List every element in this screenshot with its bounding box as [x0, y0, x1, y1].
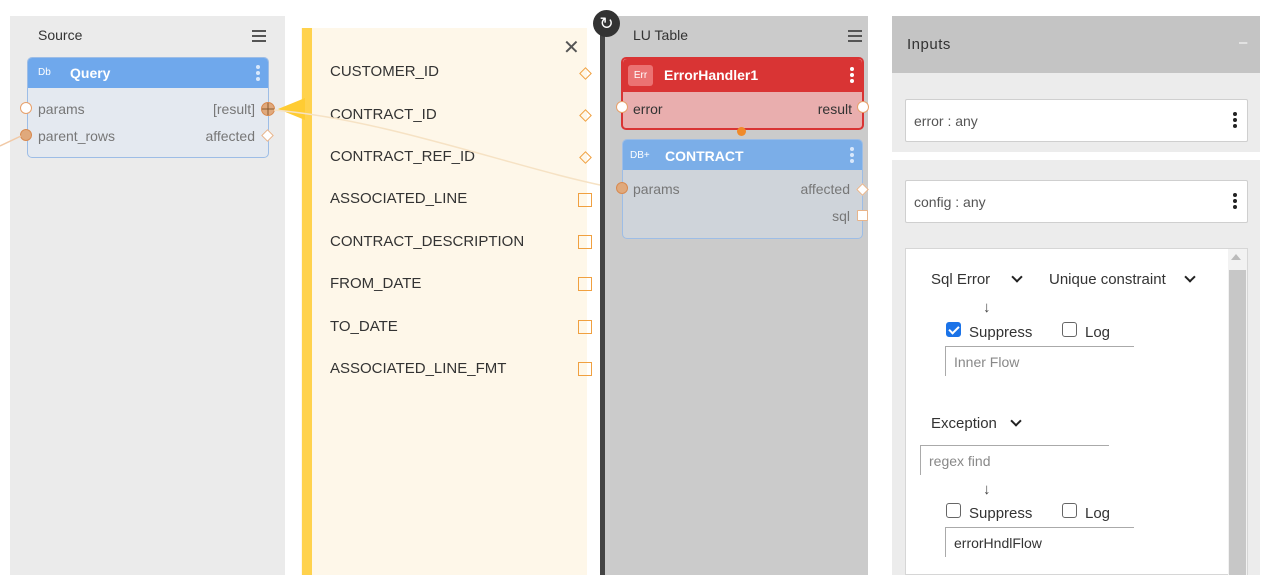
db-plus-badge: DB+ [630, 150, 650, 161]
flow-arrow-icon: ↓ [983, 299, 991, 316]
field-associated-line-fmt[interactable]: ASSOCIATED_LINE_FMT [330, 360, 506, 377]
refresh-icon[interactable]: ↻ [593, 10, 620, 37]
regex-find-input[interactable]: regex find [920, 445, 1109, 475]
suppress-checkbox[interactable] [946, 503, 961, 518]
config-field-kebab-icon[interactable] [1233, 193, 1237, 209]
suppress-checkbox[interactable] [946, 322, 961, 337]
field-to-date[interactable]: TO_DATE [330, 318, 398, 335]
log-checkbox[interactable] [1062, 503, 1077, 518]
result-output-port[interactable] [857, 101, 869, 113]
port-label-parent-rows: parent_rows [38, 128, 116, 144]
error-handler-node-title: ErrorHandler1 [664, 67, 759, 83]
error-handler-node[interactable]: Err ErrorHandler1 error result [621, 57, 864, 130]
params-input-port[interactable] [20, 102, 32, 114]
contract-node[interactable]: DB+ CONTRACT params affected sql [622, 139, 863, 239]
error-subtype-select[interactable]: Unique constraint [1049, 271, 1166, 288]
field-associated-line-fmt-square-port[interactable] [578, 362, 592, 376]
log-checkbox[interactable] [1062, 322, 1077, 337]
contract-node-header[interactable]: DB+ CONTRACT [623, 140, 862, 170]
query-node-kebab-icon[interactable] [256, 65, 260, 81]
panel-divider[interactable] [600, 16, 605, 575]
log-label: Log [1085, 505, 1111, 522]
err-badge: Err [628, 65, 653, 86]
error-type-select[interactable]: Sql Error [931, 271, 990, 288]
source-title: Source [38, 27, 83, 43]
field-to-date-square-port[interactable] [578, 320, 592, 334]
port-label-sql: sql [832, 208, 850, 224]
suppress-label: Suppress [969, 505, 1033, 522]
field-from-date[interactable]: FROM_DATE [330, 275, 421, 292]
db-badge: Db [38, 67, 51, 78]
port-label-result: result [817, 101, 852, 117]
suppress-label: Suppress [969, 324, 1033, 341]
port-label-affected: affected [205, 128, 255, 144]
port-label-error: error [633, 101, 663, 117]
source-menu-icon[interactable] [252, 30, 266, 42]
error-handler-node-header[interactable]: Err ErrorHandler1 [623, 59, 862, 92]
mapping-connector-line [273, 109, 616, 189]
inputs-separator [892, 152, 1260, 160]
lu-table-title: LU Table [633, 27, 689, 43]
port-label-result: [result] [212, 101, 255, 117]
error-flow-input[interactable]: errorHndlFlow [945, 527, 1134, 557]
port-label-affected: affected [800, 181, 850, 197]
config-field-label: config : any [914, 194, 986, 210]
config-input-field[interactable]: config : any [905, 180, 1248, 223]
flow-arrow-icon: ↓ [983, 481, 991, 498]
log-label: Log [1085, 324, 1111, 341]
error-field-kebab-icon[interactable] [1233, 112, 1237, 128]
sql-output-port[interactable] [857, 210, 868, 221]
port-label-params: params [633, 181, 680, 197]
contract-node-kebab-icon[interactable] [850, 147, 854, 163]
error-input-port[interactable] [616, 101, 628, 113]
field-contract-description[interactable]: CONTRACT_DESCRIPTION [330, 233, 524, 250]
close-icon[interactable]: ✕ [563, 35, 580, 60]
inner-flow-input[interactable]: Inner Flow [945, 346, 1134, 376]
lu-table-menu-icon[interactable] [848, 30, 862, 42]
error-handler-config-box [905, 248, 1248, 575]
contract-node-title: CONTRACT [665, 148, 744, 164]
config-scrollbar-thumb[interactable] [1229, 270, 1246, 575]
query-node[interactable]: Db Query params parent_rows [result] aff… [27, 57, 269, 158]
error-field-label: error : any [914, 113, 978, 129]
exception-type-select[interactable]: Exception [931, 415, 997, 432]
params-input-port[interactable] [616, 182, 628, 194]
error-input-field[interactable]: error : any [905, 99, 1248, 142]
field-from-date-square-port[interactable] [578, 277, 592, 291]
inputs-title: Inputs [907, 36, 951, 53]
incoming-connector-line [0, 135, 22, 147]
error-handler-kebab-icon[interactable] [850, 67, 854, 83]
port-label-params: params [38, 101, 85, 117]
field-associated-line-square-port[interactable] [578, 193, 592, 207]
error-handler-bottom-port[interactable] [737, 127, 746, 136]
field-contract-description-square-port[interactable] [578, 235, 592, 249]
field-customer-id[interactable]: CUSTOMER_ID [330, 63, 439, 80]
query-node-title: Query [70, 65, 111, 81]
query-node-header[interactable]: Db Query [28, 58, 268, 88]
collapse-icon[interactable]: – [1239, 34, 1247, 51]
scroll-up-arrow-icon[interactable] [1231, 254, 1241, 260]
